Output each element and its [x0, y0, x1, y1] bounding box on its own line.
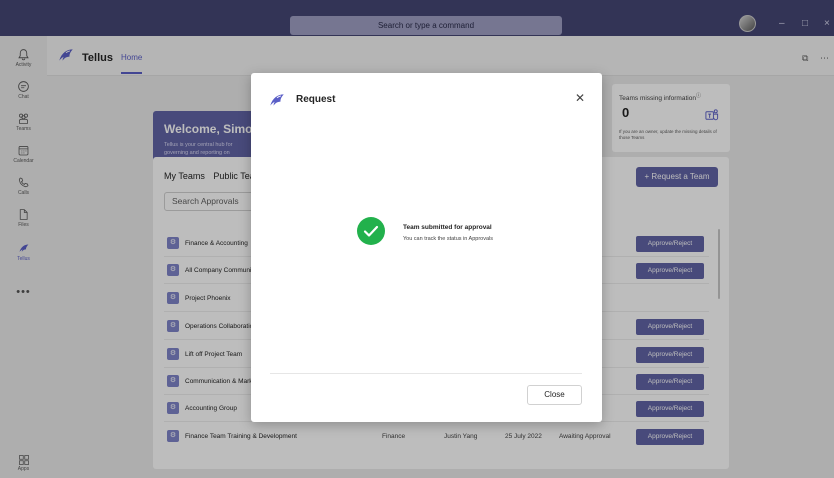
- success-title: Team submitted for approval: [403, 224, 492, 231]
- tellus-logo-icon: [270, 94, 284, 106]
- close-icon[interactable]: ✕: [573, 91, 587, 105]
- success-subtitle: You can track the status in Approvals: [403, 236, 493, 242]
- request-dialog: Request ✕ Team submitted for approval Yo…: [251, 73, 602, 422]
- close-button[interactable]: Close: [527, 385, 582, 405]
- checkmark-circle-icon: [357, 217, 385, 245]
- dialog-title: Request: [296, 94, 336, 105]
- divider: [270, 373, 582, 374]
